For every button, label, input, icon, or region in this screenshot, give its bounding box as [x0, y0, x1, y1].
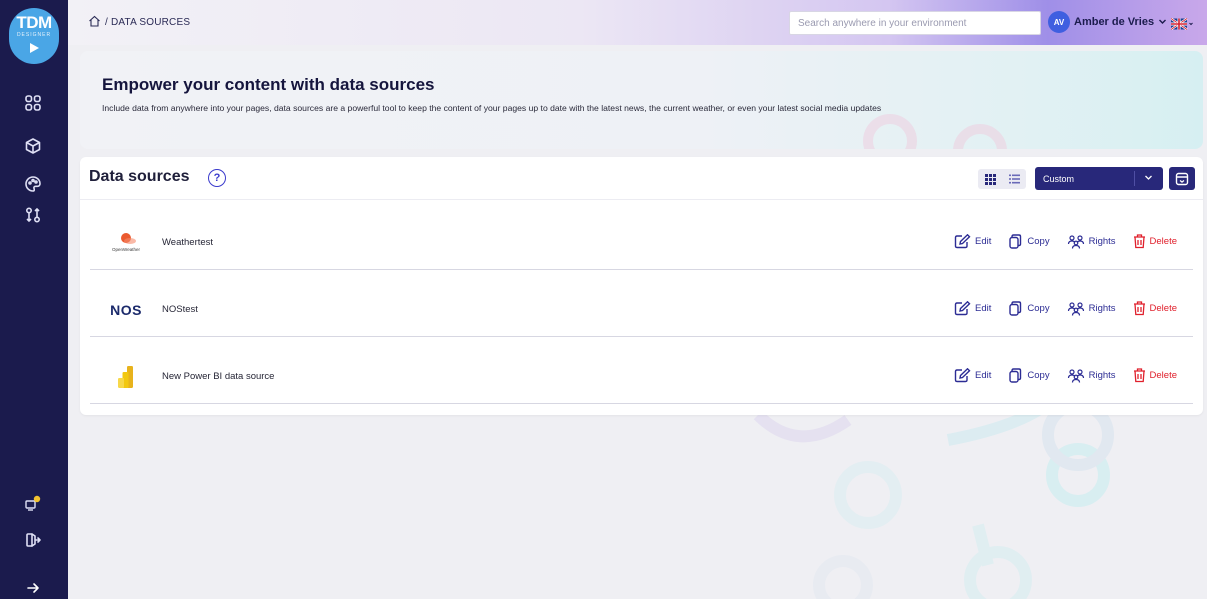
chevron-down-icon	[1158, 13, 1167, 31]
intro-banner: Empower your content with data sources I…	[80, 51, 1203, 149]
user-name: Amber de Vries	[1074, 16, 1155, 28]
card-header: Data sources ? Custom	[80, 157, 1203, 200]
expand-arrow-icon[interactable]	[22, 577, 44, 599]
power-bi-logo	[96, 360, 156, 394]
breadcrumb: / DATA SOURCES	[88, 15, 190, 30]
filter-select[interactable]: Custom	[1035, 167, 1163, 190]
data-source-name: NOStest	[162, 304, 198, 315]
data-source-name: Weathertest	[162, 237, 214, 248]
dashboard-icon[interactable]	[22, 92, 44, 114]
list-item[interactable]: NOS NOStest Edit Copy Rights Delete	[90, 283, 1193, 337]
nos-logo-text: NOS	[110, 302, 142, 318]
copy-button[interactable]: Copy	[1008, 368, 1050, 383]
rights-label: Rights	[1088, 370, 1116, 381]
cube-icon[interactable]	[22, 135, 44, 157]
trash-icon	[1133, 234, 1145, 249]
delete-button[interactable]: Delete	[1133, 301, 1177, 316]
select-divider	[1134, 171, 1135, 186]
edit-button[interactable]: Edit	[954, 234, 991, 249]
sidebar: TDM DESIGNER	[0, 0, 68, 599]
copy-button[interactable]: Copy	[1008, 301, 1050, 316]
edit-label: Edit	[975, 303, 992, 314]
data-sources-icon[interactable]	[22, 204, 44, 226]
tdm-designer-logo[interactable]: TDM DESIGNER	[9, 8, 59, 64]
search-input[interactable]	[789, 11, 1041, 35]
users-icon	[1067, 368, 1084, 383]
copy-label: Copy	[1027, 236, 1050, 247]
rights-label: Rights	[1088, 303, 1116, 314]
logo-subtitle: DESIGNER	[16, 32, 52, 38]
users-icon	[1067, 301, 1084, 316]
nos-logo: NOS	[96, 293, 156, 327]
rights-button[interactable]: Rights	[1067, 301, 1116, 316]
copy-icon	[1009, 234, 1022, 249]
row-actions: Edit Copy Rights Delete	[937, 234, 1177, 249]
data-source-name: New Power BI data source	[162, 371, 275, 382]
edit-icon	[954, 234, 971, 249]
copy-icon	[1009, 368, 1022, 383]
copy-icon	[1009, 301, 1022, 316]
edit-button[interactable]: Edit	[954, 368, 991, 383]
grid-view-icon[interactable]	[982, 172, 998, 186]
user-menu[interactable]: AV Amber de Vries	[1048, 11, 1167, 33]
banner-decoration	[863, 114, 1007, 149]
list-view-icon[interactable]	[1006, 172, 1022, 186]
data-sources-card: Data sources ? Custom OpenWeather Weathe…	[80, 157, 1203, 415]
card-title: Data sources	[89, 168, 190, 185]
logo-title: TDM	[16, 13, 52, 32]
avatar: AV	[1048, 11, 1070, 33]
palette-icon[interactable]	[22, 173, 44, 195]
play-icon	[29, 43, 39, 53]
banner-description: Include data from anywhere into your pag…	[102, 103, 882, 113]
delete-button[interactable]: Delete	[1133, 234, 1177, 249]
openweather-logo: OpenWeather	[96, 226, 156, 260]
save-icon	[1175, 172, 1189, 185]
help-icon[interactable]: ?	[208, 169, 226, 187]
copy-label: Copy	[1027, 303, 1050, 314]
delete-label: Delete	[1149, 236, 1177, 247]
copy-button[interactable]: Copy	[1008, 234, 1050, 249]
trash-icon	[1133, 368, 1145, 383]
breadcrumb-current[interactable]: / DATA SOURCES	[105, 17, 190, 28]
row-actions: Edit Copy Rights Delete	[937, 368, 1177, 383]
delete-label: Delete	[1149, 370, 1177, 381]
banner-title: Empower your content with data sources	[102, 75, 435, 94]
save-selection-button[interactable]	[1169, 167, 1195, 190]
filter-select-value: Custom	[1043, 173, 1075, 184]
edit-icon	[954, 368, 971, 383]
list-item[interactable]: New Power BI data source Edit Copy Right…	[90, 350, 1193, 404]
notification-screen-icon[interactable]	[22, 492, 44, 514]
openweather-logo-text: OpenWeather	[112, 247, 140, 252]
delete-label: Delete	[1149, 303, 1177, 314]
delete-button[interactable]: Delete	[1133, 368, 1177, 383]
top-bar: / DATA SOURCES AV Amber de Vries	[68, 0, 1207, 45]
rights-label: Rights	[1088, 236, 1116, 247]
rights-button[interactable]: Rights	[1067, 234, 1116, 249]
home-icon[interactable]	[88, 15, 101, 30]
copy-label: Copy	[1027, 370, 1050, 381]
edit-label: Edit	[975, 370, 992, 381]
edit-label: Edit	[975, 236, 992, 247]
row-actions: Edit Copy Rights Delete	[937, 301, 1177, 316]
uk-flag-icon[interactable]	[1170, 17, 1193, 31]
chevron-down-icon	[1144, 173, 1153, 184]
edit-button[interactable]: Edit	[954, 301, 991, 316]
users-icon	[1067, 234, 1084, 249]
list-item[interactable]: OpenWeather Weathertest Edit Copy Rights…	[90, 216, 1193, 270]
rights-button[interactable]: Rights	[1067, 368, 1116, 383]
edit-icon	[954, 301, 971, 316]
view-toggle	[978, 169, 1026, 189]
logout-icon[interactable]	[22, 529, 44, 551]
trash-icon	[1133, 301, 1145, 316]
